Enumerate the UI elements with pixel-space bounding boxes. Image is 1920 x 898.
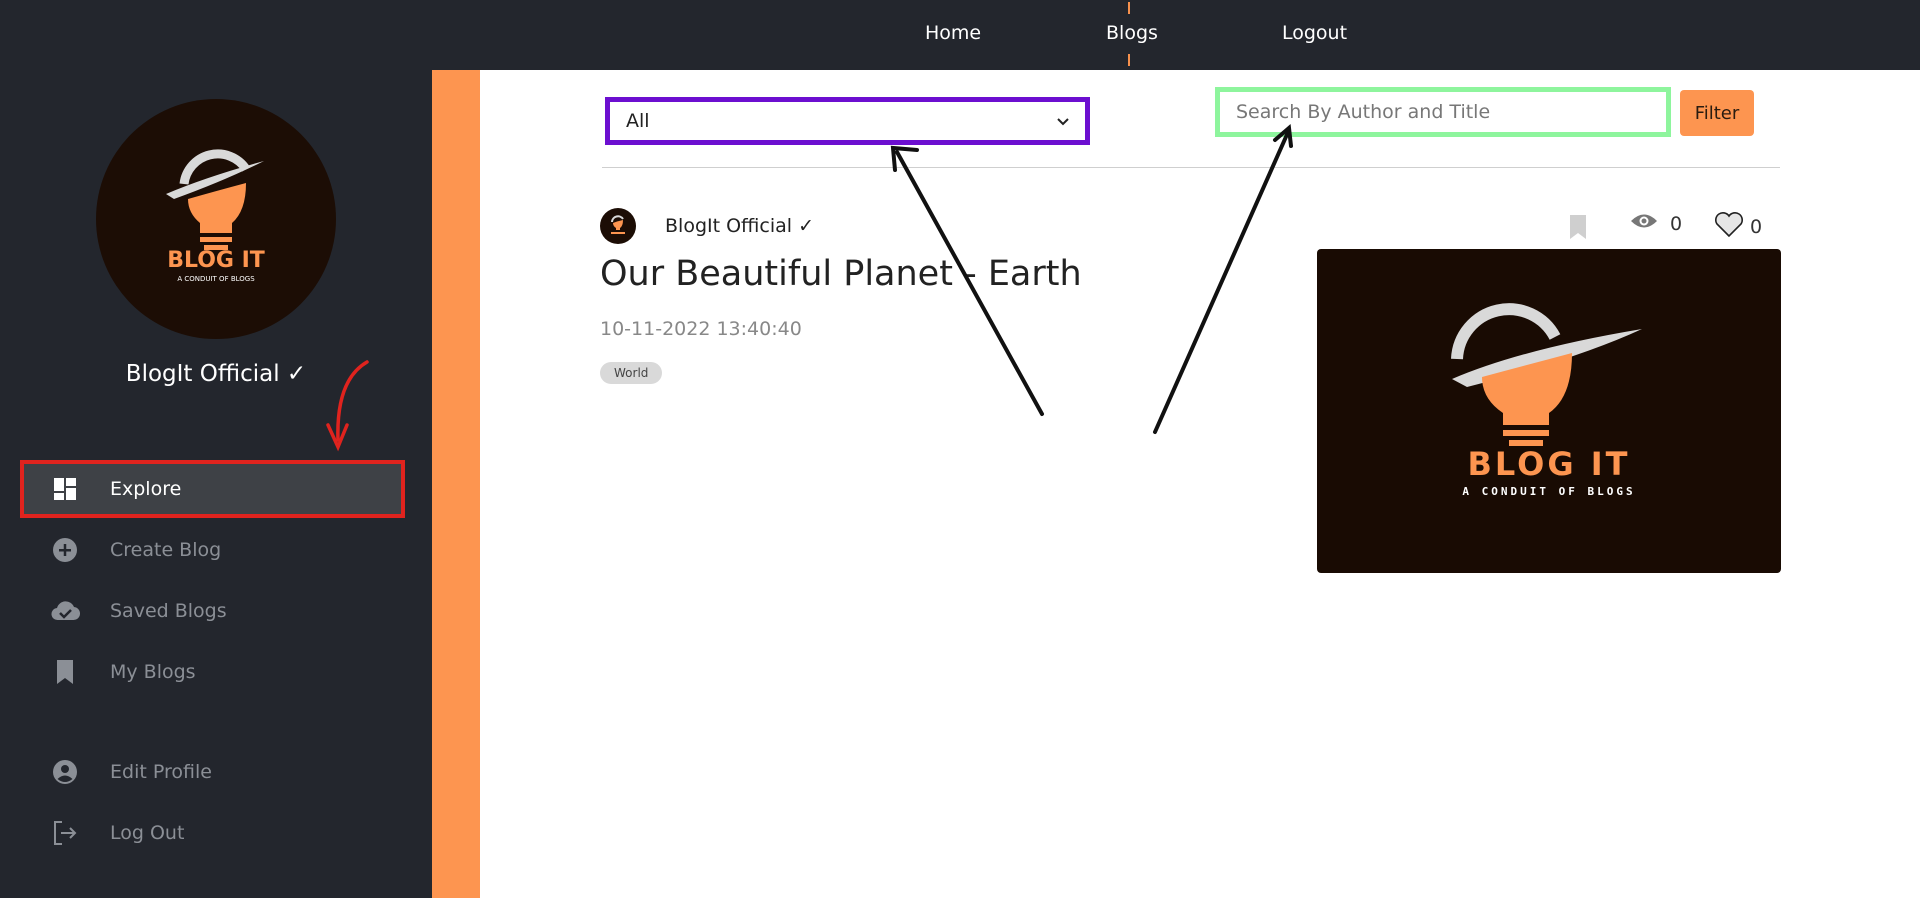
nav-blogs-link[interactable]: Blogs [1106,22,1158,44]
sidebar-item-label: Create Blog [110,539,222,561]
top-navbar: Home Blogs Logout [0,0,1920,70]
sidebar-item-log-out[interactable]: Log Out [20,804,405,862]
filter-divider [602,167,1780,168]
sidebar-item-create-blog[interactable]: Create Blog [20,521,405,579]
search-placeholder: Search By Author and Title [1236,101,1491,123]
category-select-value: All [626,110,650,132]
bookmark-icon [50,657,80,687]
likes-counter[interactable]: 0 [1714,210,1762,243]
cloud-check-icon [50,596,80,626]
user-circle-icon [50,757,80,787]
post-title[interactable]: Our Beautiful Planet - Earth [600,254,1082,294]
post-image-logo-tagline: A CONDUIT OF BLOGS [1462,485,1635,498]
accent-strip [432,70,480,898]
nav-home-link[interactable]: Home [925,22,981,44]
heart-icon[interactable] [1714,210,1744,243]
logout-icon [50,818,80,848]
search-input[interactable]: Search By Author and Title [1215,87,1671,137]
sidebar-item-label: Saved Blogs [110,600,227,622]
eye-icon [1630,212,1658,235]
views-count: 0 [1670,212,1683,235]
sidebar-item-label: Explore [110,478,182,500]
sidebar: BLOG IT A CONDUIT OF BLOGS BlogIt Offici… [0,70,432,898]
chevron-down-icon [1055,112,1071,134]
author-avatar[interactable] [600,208,636,244]
sidebar-item-label: Log Out [110,822,185,844]
nav-active-marker-top [1128,2,1130,14]
main-content: All Search By Author and Title Filter Bl… [480,70,1920,898]
blogit-logo-icon: BLOG IT A CONDUIT OF BLOGS [1451,303,1642,498]
views-counter: 0 [1630,212,1682,235]
nav-active-marker-bottom [1128,54,1130,66]
nav-logout-link[interactable]: Logout [1282,22,1347,44]
category-select[interactable]: All [605,97,1090,145]
sidebar-item-explore[interactable]: Explore [20,460,405,518]
save-bookmark-icon[interactable] [1568,214,1588,244]
plus-circle-icon [50,535,80,565]
dashboard-icon [50,474,80,504]
sidebar-item-edit-profile[interactable]: Edit Profile [20,743,405,801]
logo-text: BLOG IT [167,248,265,273]
logo-tagline: A CONDUIT OF BLOGS [177,275,255,283]
likes-count: 0 [1750,215,1763,238]
post-tag[interactable]: World [600,362,663,384]
post-cover-image[interactable]: BLOG IT A CONDUIT OF BLOGS [1317,249,1781,573]
post-date: 10-11-2022 13:40:40 [600,318,802,340]
profile-avatar: BLOG IT A CONDUIT OF BLOGS [96,99,336,339]
post-author-name[interactable]: BlogIt Official ✓ [665,215,814,237]
post-image-logo-text: BLOG IT [1468,445,1631,483]
blogit-logo-icon: BLOG IT A CONDUIT OF BLOGS [166,149,265,283]
sidebar-item-label: Edit Profile [110,761,212,783]
sidebar-item-label: My Blogs [110,661,196,683]
sidebar-item-saved-blogs[interactable]: Saved Blogs [20,582,405,640]
sidebar-item-my-blogs[interactable]: My Blogs [20,643,405,701]
sidebar-user-name: BlogIt Official ✓ [125,361,307,387]
filter-button[interactable]: Filter [1680,90,1754,136]
